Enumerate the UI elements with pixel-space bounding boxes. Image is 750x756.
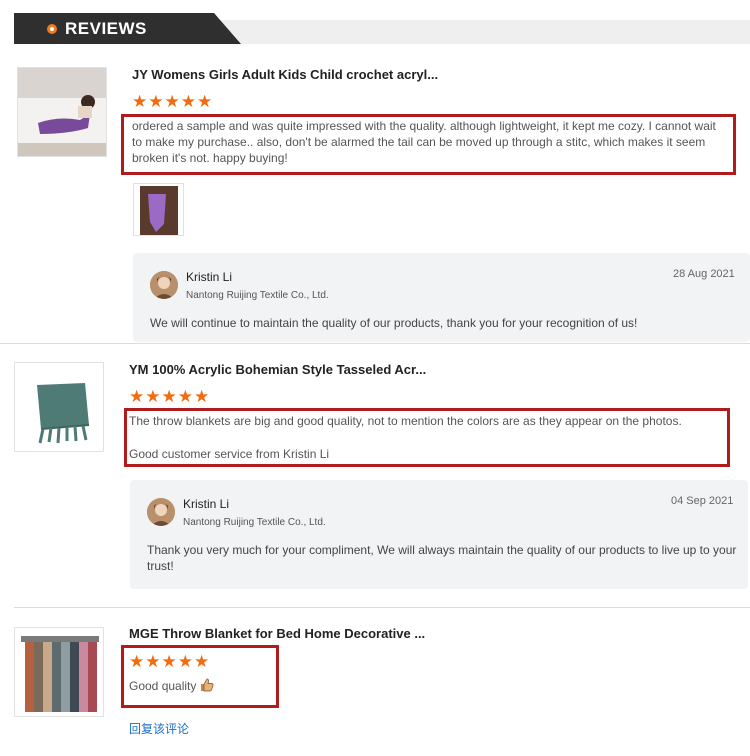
- product-thumbnail[interactable]: [14, 627, 104, 717]
- star-rating: ★★★★★: [129, 652, 211, 671]
- review-card-3: MGE Throw Blanket for Bed Home Decorativ…: [0, 0, 750, 756]
- product-title[interactable]: MGE Throw Blanket for Bed Home Decorativ…: [129, 626, 425, 641]
- review-text: Good quality: [129, 678, 214, 696]
- review-text-content: Good quality: [129, 679, 197, 693]
- reply-to-review-link[interactable]: 回复该评论: [129, 720, 189, 737]
- thumbs-up-icon: [200, 678, 214, 696]
